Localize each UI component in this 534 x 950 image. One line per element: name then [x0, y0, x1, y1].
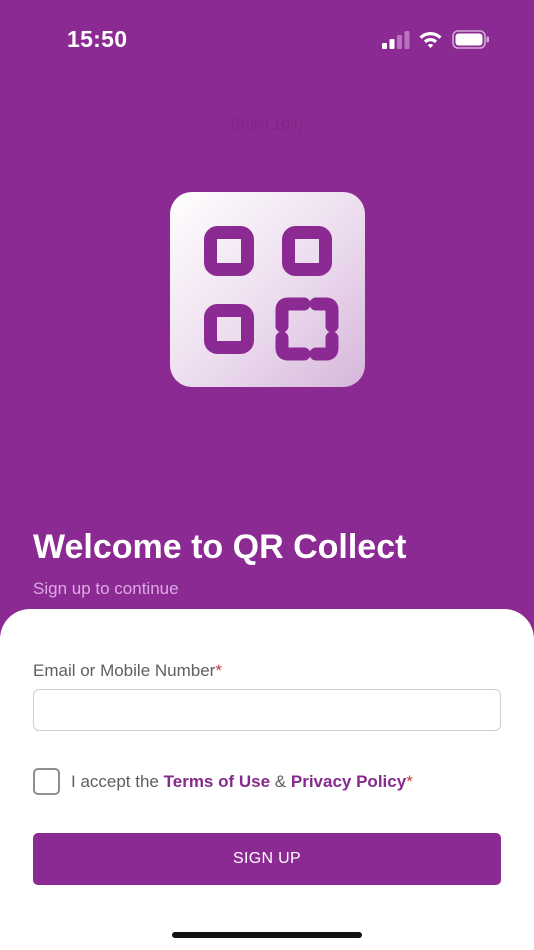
cellular-signal-icon [382, 31, 410, 49]
email-field-label: Email or Mobile Number* [33, 661, 222, 681]
terms-required-marker: * [406, 772, 413, 791]
required-marker: * [215, 661, 222, 680]
home-indicator [172, 932, 362, 938]
terms-of-use-link[interactable]: Terms of Use [164, 772, 270, 791]
email-label-text: Email or Mobile Number [33, 661, 216, 680]
welcome-subtitle: Sign up to continue [33, 579, 179, 598]
signup-screen: 15:50 (Build 104) Welcome to QR Collect … [0, 0, 534, 950]
email-or-mobile-input[interactable] [33, 689, 501, 731]
status-bar: 15:50 [0, 0, 534, 80]
status-time: 15:50 [67, 26, 128, 52]
wifi-icon [419, 32, 442, 48]
sign-up-button[interactable]: SIGN UP [33, 833, 501, 885]
terms-conjunction: & [270, 772, 291, 791]
app-logo [170, 192, 365, 387]
terms-prefix: I accept the [71, 772, 164, 791]
terms-consent-text: I accept the Terms of Use & Privacy Poli… [71, 772, 413, 792]
welcome-title: Welcome to QR Collect [33, 528, 407, 566]
battery-icon [452, 30, 489, 49]
privacy-policy-link[interactable]: Privacy Policy [291, 772, 406, 791]
build-label: (Build 104) [230, 116, 304, 133]
terms-checkbox[interactable] [33, 768, 60, 795]
qr-code-scan-icon [204, 226, 339, 361]
